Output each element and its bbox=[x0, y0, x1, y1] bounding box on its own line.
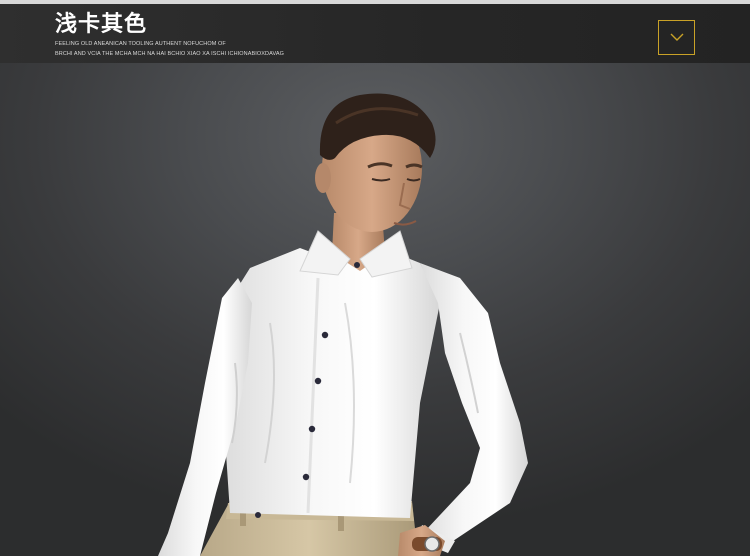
section-title: 浅卡其色 bbox=[55, 12, 148, 37]
expand-button[interactable] bbox=[658, 20, 695, 55]
product-page: 浅卡其色 FEELING OLD ANEANICAN TOOLING AUTHE… bbox=[0, 0, 750, 556]
subtitle-line-1: FEELING OLD ANEANICAN TOOLING AUTHENT NO… bbox=[55, 41, 226, 47]
subtitle-line-2: BRCHI AND VCIA THE MCHA MCH NA HAI BCHIO… bbox=[55, 51, 284, 57]
model-image bbox=[158, 93, 528, 556]
product-photo bbox=[0, 63, 750, 556]
header-bar: 浅卡其色 FEELING OLD ANEANICAN TOOLING AUTHE… bbox=[0, 4, 750, 63]
chevron-down-icon bbox=[670, 33, 683, 41]
